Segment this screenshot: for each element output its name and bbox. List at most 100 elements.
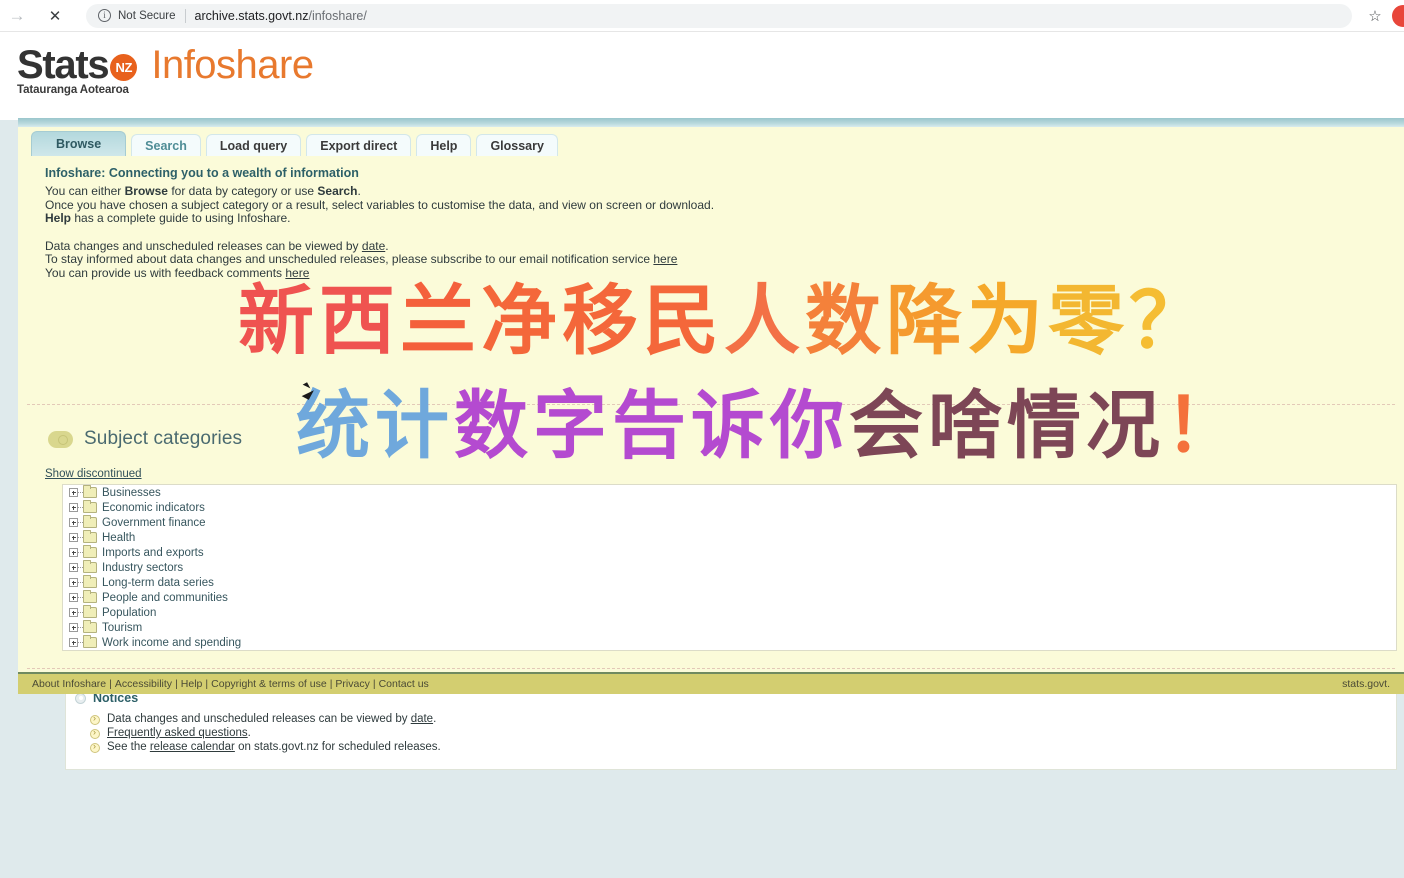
address-bar[interactable]: i Not Secure archive.stats.govt.nz/infos… bbox=[86, 3, 1352, 28]
tree-item[interactable]: Industry sectors bbox=[63, 560, 1396, 575]
url-path: /infoshare/ bbox=[308, 8, 367, 23]
intro-line-5: To stay informed about data changes and … bbox=[45, 252, 714, 267]
notice-link[interactable]: date bbox=[411, 713, 433, 725]
tree-item[interactable]: Government finance bbox=[63, 515, 1396, 530]
notice-item: Data changes and unscheduled releases ca… bbox=[90, 713, 1396, 727]
folder-icon bbox=[83, 575, 97, 588]
notice-link[interactable]: Frequently asked questions bbox=[107, 727, 248, 739]
notice-text: Frequently asked questions. bbox=[107, 727, 251, 739]
tree-item[interactable]: Population bbox=[63, 605, 1396, 620]
site-footer: About Infoshare | Accessibility | Help | Copyr… bbox=[18, 672, 1404, 694]
profile-avatar[interactable] bbox=[1392, 4, 1404, 27]
expand-plus-icon[interactable] bbox=[69, 623, 78, 632]
subject-categories-header: Subject categories bbox=[48, 428, 242, 450]
expand-plus-icon[interactable] bbox=[69, 593, 78, 602]
footer-link[interactable]: Help bbox=[181, 678, 203, 690]
tree-item[interactable]: Work income and spending bbox=[63, 635, 1396, 650]
tree-item-label: Population bbox=[102, 606, 157, 619]
expand-plus-icon[interactable] bbox=[69, 638, 78, 647]
subscribe-here-link[interactable]: here bbox=[653, 252, 677, 266]
tree-item[interactable]: Health bbox=[63, 530, 1396, 545]
tree-item-label: Government finance bbox=[102, 516, 206, 529]
forward-button[interactable]: → bbox=[2, 1, 32, 31]
tree-item[interactable]: People and communities bbox=[63, 590, 1396, 605]
footer-link[interactable]: Copyright & terms of use bbox=[211, 678, 327, 690]
intro-l4b: . bbox=[385, 238, 389, 253]
star-icon[interactable]: ☆ bbox=[1362, 3, 1388, 29]
show-discontinued-link[interactable]: Show discontinued bbox=[45, 468, 142, 480]
logo-stats-text: Stats bbox=[17, 43, 110, 87]
intro-l1e: . bbox=[357, 184, 361, 198]
expand-plus-icon[interactable] bbox=[69, 488, 78, 497]
notice-item: Frequently asked questions. bbox=[90, 727, 1396, 741]
tab-browse[interactable]: Browse bbox=[31, 131, 127, 156]
footer-link[interactable]: Contact us bbox=[379, 678, 429, 690]
folder-icon bbox=[83, 620, 97, 633]
tab-glossary[interactable]: Glossary bbox=[476, 134, 558, 156]
notice-link[interactable]: release calendar bbox=[150, 741, 235, 753]
footer-separator: | bbox=[329, 678, 333, 690]
footer-separator: | bbox=[205, 678, 209, 690]
category-pill-icon bbox=[48, 430, 73, 448]
intro-l5a: To stay informed about data changes and … bbox=[45, 252, 654, 266]
notice-item: See the release calendar on stats.govt.n… bbox=[90, 741, 1396, 755]
divider-top bbox=[27, 404, 1395, 405]
intro-spacer bbox=[45, 226, 714, 240]
notice-bullet-icon bbox=[90, 741, 100, 753]
divider-bottom bbox=[27, 668, 1395, 669]
feedback-here-link[interactable]: here bbox=[285, 266, 309, 280]
infoshare-page: Browse Search Load query Export direct H… bbox=[18, 118, 1404, 770]
tree-item-label: Tourism bbox=[102, 621, 143, 634]
intro-l3b: has a complete guide to using Infoshare. bbox=[71, 211, 291, 225]
date-link[interactable]: date bbox=[362, 239, 385, 253]
intro-browse-word: Browse bbox=[124, 184, 168, 198]
intro-line-1: You can either Browse for data by catego… bbox=[45, 184, 714, 199]
tab-search[interactable]: Search bbox=[131, 134, 201, 156]
folder-icon bbox=[83, 530, 97, 543]
tree-item[interactable]: Tourism bbox=[63, 620, 1396, 635]
footer-link[interactable]: About Infoshare bbox=[32, 678, 106, 690]
browser-toolbar: → ✕ i Not Secure archive.stats.govt.nz/i… bbox=[0, 0, 1404, 32]
tree-item-label: Imports and exports bbox=[102, 546, 204, 559]
omnibox-divider bbox=[184, 8, 186, 23]
screen: → ✕ i Not Secure archive.stats.govt.nz/i… bbox=[0, 0, 1404, 878]
notice-bullet-icon bbox=[90, 727, 100, 739]
notice-bullet-icon bbox=[90, 713, 100, 725]
expand-plus-icon[interactable] bbox=[69, 578, 78, 587]
page-top-accent-bar bbox=[18, 118, 1404, 127]
folder-icon bbox=[83, 485, 97, 498]
stop-button[interactable]: ✕ bbox=[40, 1, 70, 31]
expand-plus-icon[interactable] bbox=[69, 608, 78, 617]
subject-categories-title: Subject categories bbox=[84, 428, 243, 449]
tab-load-query[interactable]: Load query bbox=[205, 134, 302, 156]
folder-icon bbox=[83, 560, 97, 573]
expand-plus-icon[interactable] bbox=[69, 503, 78, 512]
tab-help[interactable]: Help bbox=[416, 134, 472, 156]
folder-icon bbox=[83, 515, 97, 528]
intro-block: Infoshare: Connecting you to a wealth of… bbox=[45, 166, 714, 280]
intro-l4a: Data changes and unscheduled releases ca… bbox=[45, 238, 362, 253]
expand-plus-icon[interactable] bbox=[69, 533, 78, 542]
url-domain: archive.stats.govt.nz bbox=[194, 8, 309, 23]
tree-item[interactable]: Economic indicators bbox=[63, 500, 1396, 515]
info-circle-icon[interactable]: i bbox=[98, 9, 111, 22]
expand-plus-icon[interactable] bbox=[69, 548, 78, 557]
tab-export-direct[interactable]: Export direct bbox=[306, 134, 412, 156]
expand-plus-icon[interactable] bbox=[69, 518, 78, 527]
tree-item[interactable]: Businesses bbox=[63, 485, 1396, 500]
notice-text: See the release calendar on stats.govt.n… bbox=[107, 741, 441, 753]
intro-heading: Infoshare: Connecting you to a wealth of… bbox=[45, 166, 359, 180]
expand-plus-icon[interactable] bbox=[69, 563, 78, 572]
subject-category-tree[interactable]: Businesses Economic indicators Government … bbox=[62, 484, 1397, 651]
tree-item[interactable]: Imports and exports bbox=[63, 545, 1396, 560]
footer-site-name: stats.govt. bbox=[1342, 678, 1390, 690]
intro-l1c: for data by category or use bbox=[167, 184, 318, 198]
notices-circle-icon bbox=[75, 692, 86, 704]
footer-link[interactable]: Accessibility bbox=[115, 678, 172, 690]
notice-text: Data changes and unscheduled releases ca… bbox=[107, 713, 437, 725]
tree-item[interactable]: Long-term data series bbox=[63, 575, 1396, 590]
footer-link[interactable]: Privacy bbox=[335, 678, 369, 690]
intro-help-word: Help bbox=[45, 211, 72, 225]
site-logo[interactable]: Stats NZ Infoshare Tatauranga Aotearoa bbox=[17, 44, 314, 96]
folder-icon bbox=[83, 545, 97, 558]
